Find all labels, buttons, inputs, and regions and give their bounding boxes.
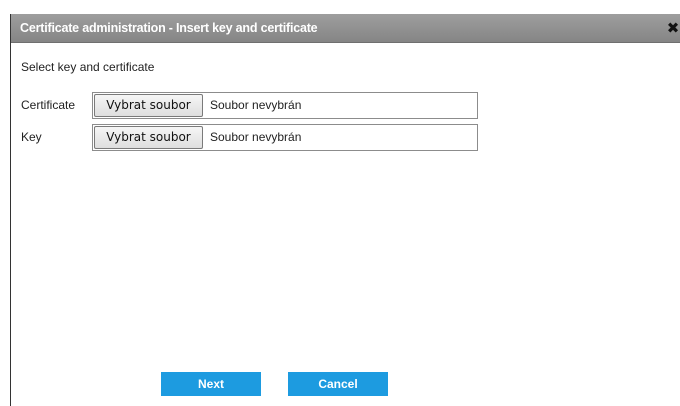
certificate-file-input[interactable]: Vybrat soubor Soubor nevybrán [92, 92, 478, 119]
key-file-status: Soubor nevybrán [210, 130, 302, 144]
dialog-title: Certificate administration - Insert key … [20, 21, 318, 35]
key-row: Key Vybrat soubor Soubor nevybrán [11, 124, 680, 151]
certificate-label: Certificate [21, 98, 76, 112]
next-button[interactable]: Next [161, 372, 261, 396]
certificate-file-status: Soubor nevybrán [210, 98, 302, 112]
certificate-row: Certificate Vybrat soubor Soubor nevybrá… [11, 92, 680, 119]
key-label: Key [21, 130, 42, 144]
dialog-titlebar: Certificate administration - Insert key … [11, 14, 680, 43]
certificate-choose-file-button[interactable]: Vybrat soubor [94, 94, 203, 117]
key-choose-file-button[interactable]: Vybrat soubor [94, 126, 203, 149]
certificate-dialog: Certificate administration - Insert key … [10, 14, 680, 406]
cancel-button[interactable]: Cancel [288, 372, 388, 396]
key-file-input[interactable]: Vybrat soubor Soubor nevybrán [92, 124, 478, 151]
dialog-instructions: Select key and certificate [21, 60, 155, 74]
close-icon[interactable]: ✖ [666, 20, 680, 36]
